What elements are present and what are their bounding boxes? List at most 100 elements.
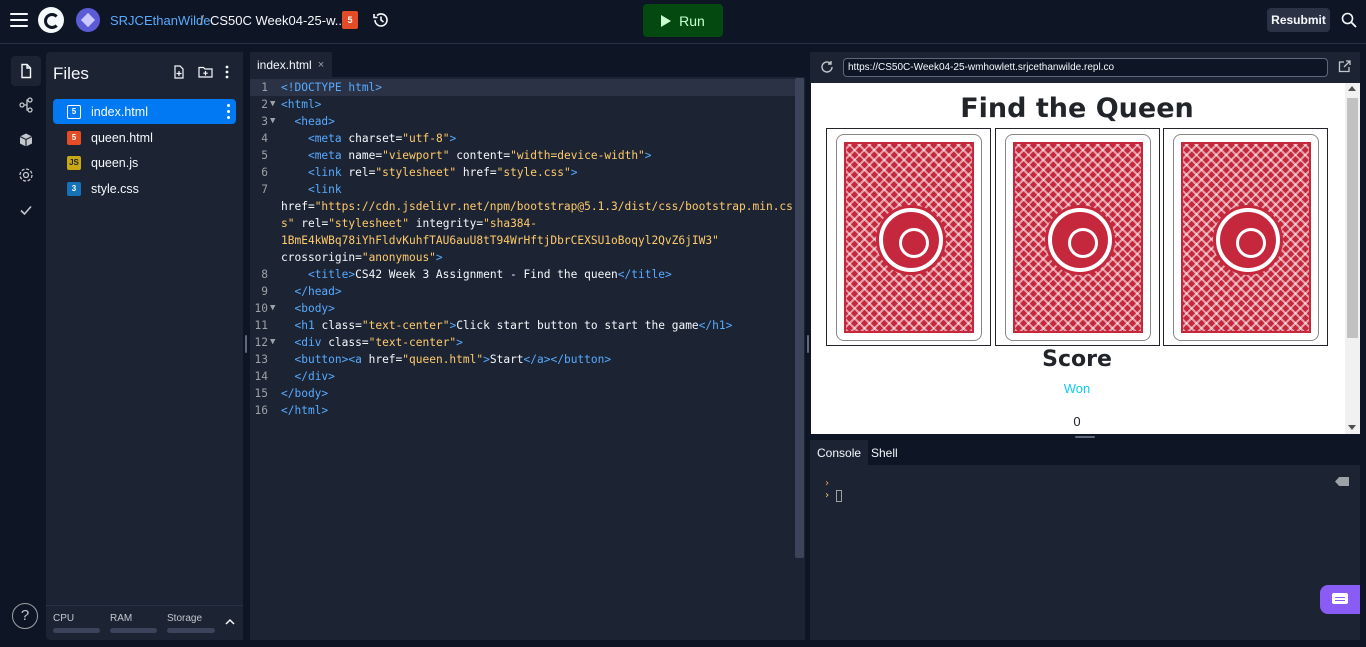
tab-shell[interactable]: Shell [864, 440, 905, 465]
line-number: 12 [254, 336, 268, 349]
webview-page[interactable]: Find the Queen Score Won 0 [811, 83, 1360, 434]
tab-index-html[interactable]: index.html × [250, 52, 333, 77]
fold-arrow-icon[interactable]: ▼ [270, 99, 275, 109]
url-input[interactable]: https://CS50C-Week04-25-wmhowlett.srjcet… [843, 58, 1328, 77]
score-heading: Score [1042, 347, 1112, 372]
files-panel: Files 5 index.html 5 queen.html JS queen… [46, 52, 243, 640]
fold-arrow-icon[interactable]: ▼ [270, 303, 275, 313]
console-panel: Console Shell › › [810, 440, 1360, 640]
code-line: <!DOCTYPE html> [281, 81, 383, 94]
ram-label: RAM [110, 613, 133, 624]
open-in-new-tab-icon[interactable] [1338, 60, 1351, 73]
panel-resize-handle[interactable] [1075, 436, 1095, 438]
menu-icon[interactable] [10, 13, 28, 27]
resubmit-button[interactable]: Resubmit [1267, 8, 1330, 32]
more-options-icon[interactable] [225, 65, 229, 79]
playing-card[interactable] [826, 128, 991, 346]
score-value: 0 [1073, 414, 1081, 429]
editor-scrollbar[interactable] [795, 78, 804, 558]
left-rail [6, 52, 45, 640]
html-language-icon: 5 [342, 11, 358, 29]
panel-resize-handle[interactable] [245, 335, 247, 353]
check-icon [20, 205, 32, 216]
replit-logo-icon[interactable] [38, 7, 64, 33]
line-number: 6 [261, 166, 268, 179]
css-file-icon: 3 [67, 181, 81, 196]
clear-console-icon[interactable] [1335, 477, 1349, 486]
files-tool-button[interactable] [11, 56, 41, 86]
code-line: <meta name="viewport" content="width=dev… [307, 149, 652, 162]
file-menu-icon[interactable] [227, 104, 230, 119]
webview-panel: https://CS50C-Week04-25-wmhowlett.srjcet… [810, 52, 1360, 434]
panel-resize-handle[interactable] [807, 335, 809, 353]
code-editor: index.html × 1 <!DOCTYPE html> 2 ▼ <html… [250, 52, 805, 640]
code-line: href="https://cdn.jsdelivr.net/npm/boots… [281, 200, 793, 213]
code-line: crossorigin="anonymous"> [281, 251, 443, 264]
git-branch-icon [19, 97, 33, 113]
file-icon [21, 63, 32, 79]
owner-link[interactable]: SRJCEthanWilde [110, 13, 210, 28]
run-button[interactable]: Run [643, 4, 723, 37]
new-file-icon[interactable] [172, 65, 186, 79]
page-scrollbar[interactable] [1345, 83, 1360, 434]
html5-file-icon: 5 [67, 104, 81, 119]
settings-tool-button[interactable] [11, 160, 41, 190]
chevron-up-icon[interactable] [225, 618, 235, 626]
playing-card[interactable] [1163, 128, 1328, 346]
code-line: <h1 class="text-center">Click start butt… [294, 319, 733, 332]
top-bar: SRJCEthanWilde / CS50C Week04-25-w... 5 … [0, 0, 1366, 44]
console-prompt: › [824, 478, 831, 489]
chat-icon[interactable] [1320, 585, 1360, 614]
scroll-up-arrow-icon[interactable] [1348, 86, 1356, 91]
gear-icon [19, 168, 33, 182]
breadcrumb-separator: / [200, 12, 204, 28]
code-line: <html> [281, 98, 322, 111]
file-item-queen-html[interactable]: 5 queen.html [53, 125, 236, 150]
history-icon[interactable] [372, 11, 390, 29]
close-icon[interactable]: × [318, 59, 324, 71]
line-number: 16 [254, 404, 268, 417]
url-bar: https://CS50C-Week04-25-wmhowlett.srjcet… [810, 52, 1360, 83]
console-prompt: › [824, 490, 831, 501]
scrollbar-thumb[interactable] [1347, 98, 1358, 338]
team-avatar[interactable] [76, 8, 100, 32]
resources-panel[interactable]: CPU RAM Storage [46, 605, 243, 640]
search-icon[interactable] [1341, 12, 1357, 28]
code-line: </html> [281, 404, 329, 417]
help-icon[interactable]: ? [12, 603, 38, 629]
packages-tool-button[interactable] [11, 125, 41, 155]
new-folder-icon[interactable] [198, 65, 213, 79]
playing-card[interactable] [995, 128, 1160, 346]
scroll-down-arrow-icon[interactable] [1348, 425, 1356, 430]
file-item-index-html[interactable]: 5 index.html [53, 99, 236, 124]
console-input[interactable] [836, 490, 842, 502]
fold-arrow-icon[interactable]: ▼ [270, 337, 275, 347]
file-item-style-css[interactable]: 3 style.css [53, 176, 236, 201]
file-name: queen.html [91, 130, 153, 145]
repl-name[interactable]: CS50C Week04-25-w... [210, 13, 346, 28]
code-line: <div class="text-center"> [294, 336, 463, 349]
ram-meter [110, 628, 157, 633]
line-number: 13 [254, 353, 268, 366]
checks-tool-button[interactable] [11, 195, 41, 225]
line-number: 1 [261, 81, 268, 94]
line-number: 9 [261, 285, 268, 298]
file-item-queen-js[interactable]: JS queen.js [53, 150, 236, 175]
git-tool-button[interactable] [11, 90, 41, 120]
code-line: <meta charset="utf-8"> [307, 132, 457, 145]
js-file-icon: JS [67, 155, 81, 170]
reload-icon[interactable] [820, 60, 834, 74]
code-line: </body> [281, 387, 329, 400]
fold-arrow-icon[interactable]: ▼ [270, 116, 275, 126]
files-title: Files [53, 64, 89, 83]
file-name: index.html [91, 104, 148, 119]
file-actions [172, 65, 229, 79]
console-tab-bar: Console Shell [810, 440, 1360, 465]
play-icon [661, 14, 672, 27]
code-line: <head> [294, 115, 335, 128]
tab-console[interactable]: Console [810, 440, 869, 465]
cpu-meter [53, 628, 100, 633]
code-line: <link [307, 183, 342, 196]
code-line: </div> [294, 370, 335, 383]
line-number: 8 [261, 268, 268, 281]
